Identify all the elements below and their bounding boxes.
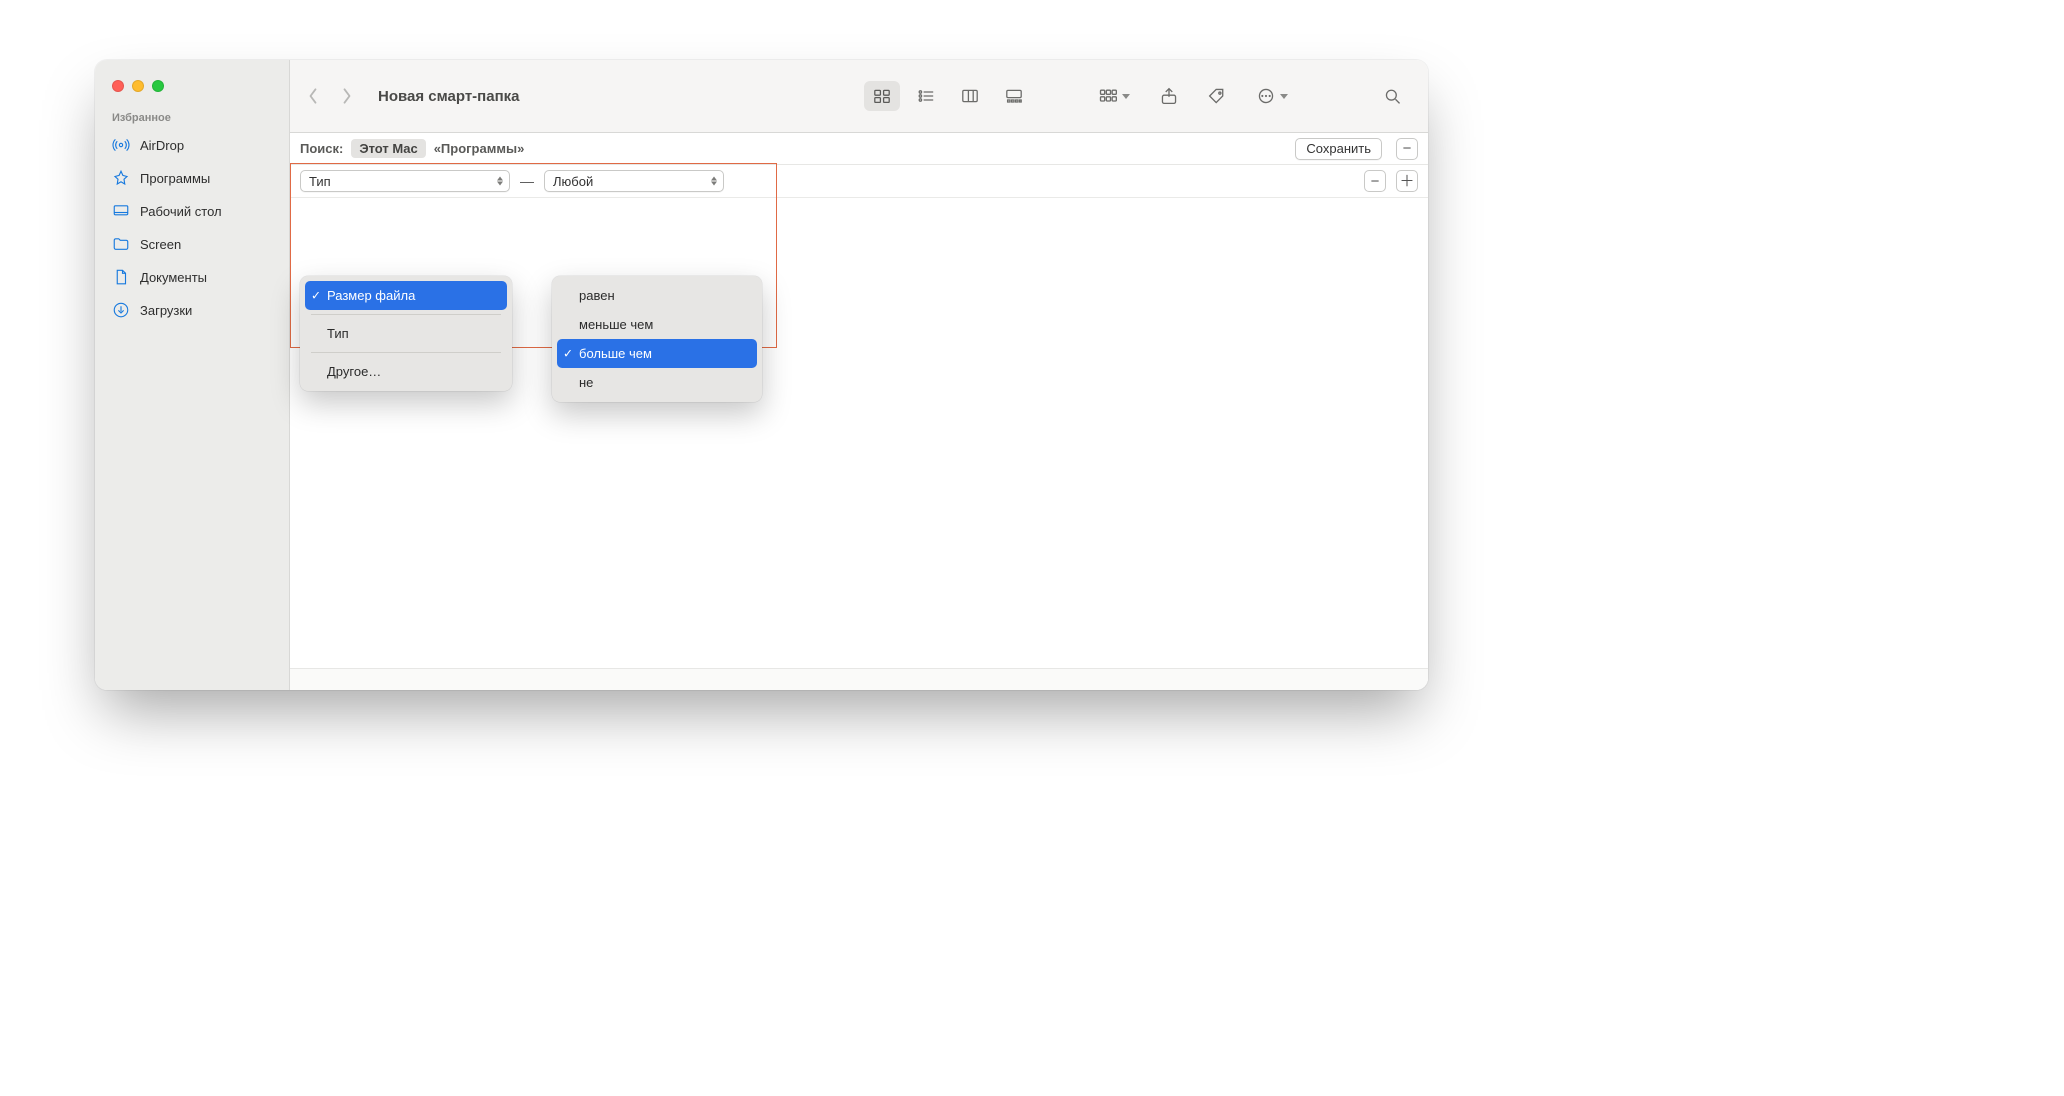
document-icon (112, 268, 130, 286)
attribute-menu-item-other[interactable]: Другое… (305, 357, 507, 386)
save-button[interactable]: Сохранить (1295, 138, 1382, 160)
desktop-icon (112, 202, 130, 220)
minimize-window-button[interactable] (132, 80, 144, 92)
view-icons-button[interactable] (864, 81, 900, 111)
checkmark-icon: ✓ (563, 346, 573, 360)
group-by-button[interactable] (1092, 81, 1136, 111)
search-button[interactable] (1378, 81, 1408, 111)
add-rule-button[interactable]: ＋ (1396, 170, 1418, 192)
operator-menu-item-greater[interactable]: ✓ больше чем (557, 339, 757, 368)
attribute-menu-item-type[interactable]: Тип (305, 319, 507, 348)
sidebar-item-desktop[interactable]: Рабочий стол (95, 196, 289, 226)
search-rule-row: Тип — Любой − ＋ (290, 165, 1428, 198)
menu-separator (311, 314, 501, 315)
tags-button[interactable] (1202, 81, 1232, 111)
sidebar-item-label: Программы (140, 171, 210, 186)
forward-button[interactable] (334, 81, 360, 111)
applications-icon (112, 169, 130, 187)
scope-applications[interactable]: «Программы» (434, 141, 525, 156)
remove-rule-button[interactable]: − (1364, 170, 1386, 192)
scope-this-mac[interactable]: Этот Mac (351, 139, 425, 158)
rule-attribute-value: Тип (309, 174, 331, 189)
stepper-icon (497, 177, 503, 186)
results-area (290, 198, 1428, 668)
downloads-icon (112, 301, 130, 319)
sidebar-item-label: Screen (140, 237, 181, 252)
view-list-button[interactable] (908, 81, 944, 111)
sidebar-item-documents[interactable]: Документы (95, 262, 289, 292)
action-button[interactable] (1250, 81, 1294, 111)
sidebar-section-header: Избранное (95, 112, 289, 130)
operator-menu: равен меньше чем ✓ больше чем не (552, 276, 762, 402)
stepper-icon (711, 177, 717, 186)
menu-item-label: равен (579, 288, 615, 303)
attribute-menu-item-filesize[interactable]: ✓ Размер файла (305, 281, 507, 310)
sidebar-item-label: Загрузки (140, 303, 192, 318)
toolbar: Новая смарт-папка (290, 60, 1428, 133)
attribute-menu: ✓ Размер файла Тип Другое… (300, 276, 512, 391)
rule-separator: — (516, 173, 538, 189)
sidebar-item-applications[interactable]: Программы (95, 163, 289, 193)
menu-item-label: меньше чем (579, 317, 653, 332)
view-mode-group (860, 81, 1036, 111)
sidebar-item-airdrop[interactable]: AirDrop (95, 130, 289, 160)
sidebar-item-screen[interactable]: Screen (95, 229, 289, 259)
view-gallery-button[interactable] (996, 81, 1032, 111)
sidebar-item-label: Рабочий стол (140, 204, 222, 219)
chevron-down-icon (1280, 94, 1288, 99)
operator-menu-item-less[interactable]: меньше чем (557, 310, 757, 339)
menu-item-label: не (579, 375, 593, 390)
sidebar-item-downloads[interactable]: Загрузки (95, 295, 289, 325)
remove-scope-button[interactable]: − (1396, 138, 1418, 160)
status-bar (290, 668, 1428, 690)
nav-arrows (300, 81, 360, 111)
share-button[interactable] (1154, 81, 1184, 111)
sidebar-item-label: Документы (140, 270, 207, 285)
search-scope-bar: Поиск: Этот Mac «Программы» Сохранить − (290, 133, 1428, 165)
folder-icon (112, 235, 130, 253)
rule-value-select[interactable]: Любой (544, 170, 724, 192)
zoom-window-button[interactable] (152, 80, 164, 92)
window-title: Новая смарт-папка (378, 88, 519, 105)
search-label: Поиск: (300, 141, 343, 156)
checkmark-icon: ✓ (311, 288, 321, 302)
sidebar: Избранное AirDrop Программы Рабочий стол (95, 60, 290, 690)
chevron-down-icon (1122, 94, 1130, 99)
menu-item-label: Тип (327, 326, 349, 341)
back-button[interactable] (300, 81, 326, 111)
menu-separator (311, 352, 501, 353)
operator-menu-item-not[interactable]: не (557, 368, 757, 397)
menu-item-label: больше чем (579, 346, 652, 361)
sidebar-item-label: AirDrop (140, 138, 184, 153)
window-controls (95, 68, 289, 112)
rule-attribute-select[interactable]: Тип (300, 170, 510, 192)
close-window-button[interactable] (112, 80, 124, 92)
main-pane: Новая смарт-папка (290, 60, 1428, 690)
menu-item-label: Другое… (327, 364, 381, 379)
menu-item-label: Размер файла (327, 288, 415, 303)
finder-window: Избранное AirDrop Программы Рабочий стол (95, 60, 1428, 690)
rule-value-value: Любой (553, 174, 593, 189)
operator-menu-item-equals[interactable]: равен (557, 281, 757, 310)
airdrop-icon (112, 136, 130, 154)
view-columns-button[interactable] (952, 81, 988, 111)
